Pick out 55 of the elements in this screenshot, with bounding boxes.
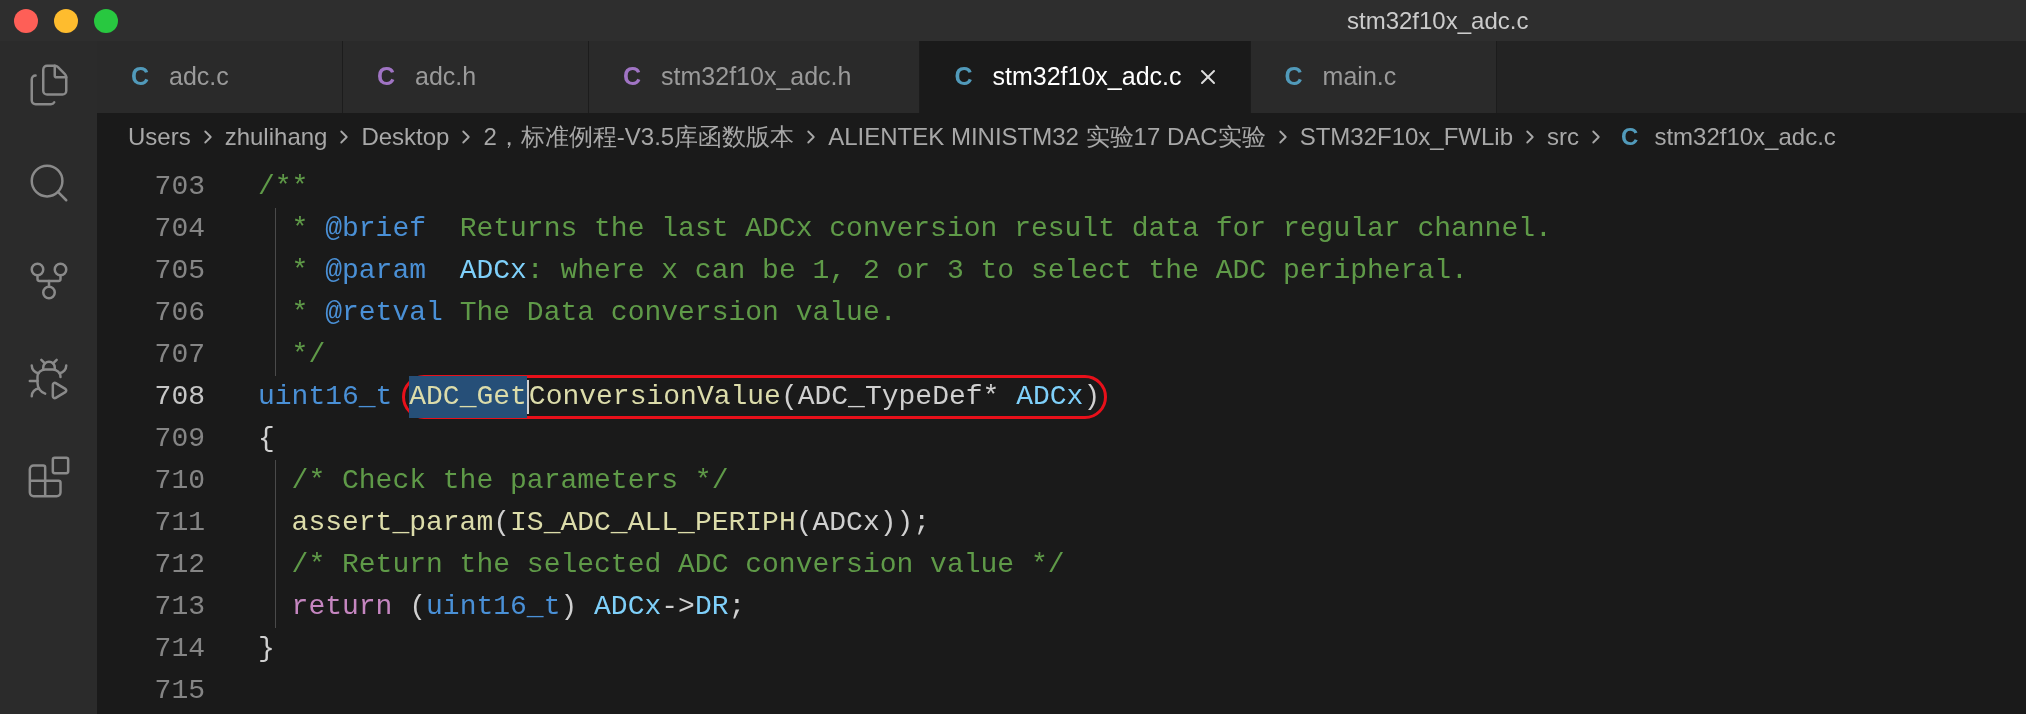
line-number: 709 (153, 422, 205, 456)
minimize-window-button[interactable] (54, 8, 78, 33)
editor-tab[interactable]: C main.c (1250, 41, 1497, 113)
code-text: * @param ADCx: where x can be 1, 2 or 3 to select the ADC peripheral. (258, 250, 1468, 292)
code-text: assert_param(IS_ADC_ALL_PERIPH(ADCx)); (258, 502, 931, 544)
selected-text: ADC_Get (409, 376, 527, 418)
breadcrumb-item[interactable]: src (1547, 118, 1580, 155)
c-file-icon: C (1284, 58, 1303, 96)
code-text: */ (258, 334, 326, 376)
code-text: { (258, 422, 275, 456)
c-file-icon: C (623, 58, 642, 96)
line-number: 707 (153, 338, 205, 372)
tab-label: adc.c (169, 61, 229, 93)
tab-label: stm32f10x_adc.c (992, 61, 1182, 93)
line-number: 706 (153, 296, 205, 330)
line-number: 713 (153, 590, 205, 624)
editor-tab[interactable]: C adc.c (97, 41, 343, 113)
c-file-icon: C (377, 58, 396, 96)
c-file-icon: C (131, 58, 150, 96)
line-number: 711 (153, 506, 205, 540)
breadcrumb-item[interactable]: STM32F10x_FWLib (1299, 118, 1514, 155)
c-file-icon: C (954, 58, 973, 96)
line-number: 704 (153, 212, 205, 246)
c-file-icon: C (1621, 118, 1639, 155)
code-text: ConversionValue(ADC_TypeDef* ADCx) (528, 380, 1101, 414)
code-text: uint16_t (258, 380, 394, 414)
line-number: 710 (153, 464, 205, 498)
line-number: 712 (153, 548, 205, 582)
line-number: 715 (153, 674, 205, 708)
breadcrumb-item[interactable]: zhulihang (224, 118, 328, 155)
editor-tab[interactable]: C stm32f10x_adc.c (920, 41, 1251, 113)
breadcrumb-item[interactable]: stm32f10x_adc.c (1654, 118, 1836, 155)
breadcrumb-item[interactable]: Desktop (361, 118, 450, 155)
maximize-window-button[interactable] (94, 8, 118, 33)
line-number: 708 (153, 380, 205, 414)
code-text: /* Check the parameters */ (258, 460, 729, 502)
editor-tab[interactable]: C stm32f10x_adc.h (589, 41, 921, 113)
line-number: 714 (153, 632, 205, 666)
breadcrumb-item[interactable]: Users (128, 118, 191, 155)
close-window-button[interactable] (14, 8, 38, 33)
code-text: /* Return the selected ADC conversion value */ (258, 544, 1065, 586)
code-text: * @retval The Data conversion value. (258, 292, 897, 334)
window-title: stm32f10x_adc.c (1347, 5, 1529, 36)
code-text: /** (258, 170, 309, 204)
line-number: 705 (153, 254, 205, 288)
line-number: 703 (153, 170, 205, 204)
tab-label: stm32f10x_adc.h (661, 61, 852, 93)
tab-label: main.c (1322, 61, 1397, 93)
editor-tab[interactable]: C adc.h (343, 41, 589, 113)
code-text: return (uint16_t) ADCx->DR; (258, 586, 746, 628)
code-text: } (258, 632, 275, 666)
breadcrumb-item[interactable]: ALIENTEK MINISTM32 实验17 DAC实验 (828, 118, 1266, 155)
breadcrumb-item[interactable]: 2，标准例程-V3.5库函数版本 (483, 118, 795, 155)
tab-label: adc.h (415, 61, 477, 93)
code-text: * @brief Returns the last ADCx conversion result data for regular channel. (258, 208, 1552, 250)
